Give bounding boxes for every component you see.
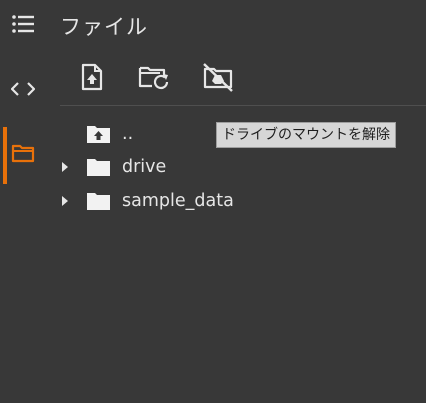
side-rail bbox=[0, 0, 46, 403]
folder-icon bbox=[11, 143, 35, 167]
chevron-right-icon[interactable] bbox=[56, 192, 74, 210]
rail-files-button[interactable] bbox=[0, 135, 46, 175]
tree-item-label: .. bbox=[122, 124, 134, 144]
upload-button[interactable] bbox=[72, 59, 112, 99]
refresh-button[interactable] bbox=[134, 59, 174, 99]
tree-item-label: drive bbox=[122, 157, 167, 177]
upload-file-icon bbox=[80, 63, 104, 95]
tree-item-label: sample_data bbox=[122, 191, 234, 211]
upload-folder-icon bbox=[86, 123, 112, 145]
folder-icon bbox=[86, 156, 112, 178]
folder-icon bbox=[86, 190, 112, 212]
tooltip: ドライブのマウントを解除 bbox=[216, 122, 396, 148]
file-browser-panel: ファイル .. drive sample_data ドライブのマウントを解除 bbox=[0, 0, 426, 403]
table-of-contents-icon bbox=[12, 15, 34, 37]
tree-item-sample-data[interactable]: sample_data bbox=[56, 186, 296, 216]
unmount-drive-button[interactable] bbox=[198, 59, 238, 99]
chevron-right-icon[interactable] bbox=[56, 158, 74, 176]
unmount-drive-icon bbox=[201, 62, 235, 96]
toolbar-divider bbox=[60, 105, 426, 106]
rail-code-snippets-button[interactable] bbox=[0, 71, 46, 111]
tree-item-drive[interactable]: drive bbox=[56, 152, 296, 182]
rail-toc-button[interactable] bbox=[0, 6, 46, 46]
page-title: ファイル bbox=[60, 15, 148, 39]
refresh-folder-icon bbox=[138, 64, 170, 94]
code-brackets-icon bbox=[10, 81, 36, 101]
